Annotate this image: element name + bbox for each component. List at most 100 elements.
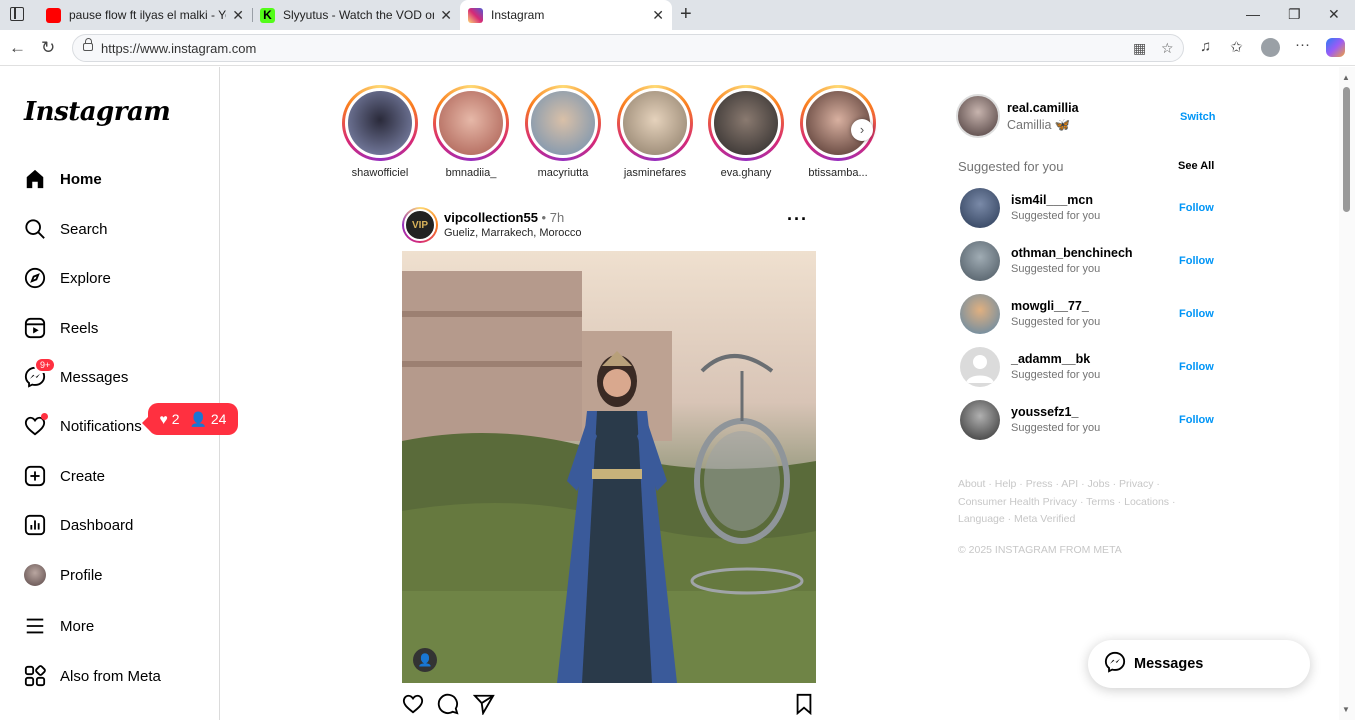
sidebar-item-explore[interactable]: Explore [24, 263, 111, 293]
tab-actions-icon[interactable] [10, 7, 24, 21]
sidebar-item-profile[interactable]: Profile [24, 560, 103, 590]
sidebar-item-dashboard[interactable]: Dashboard [24, 510, 133, 540]
avatar[interactable] [960, 241, 1000, 281]
suggestion-username[interactable]: youssefz1_ [1011, 405, 1078, 419]
instagram-logo[interactable]: Instagram [24, 97, 171, 127]
story-item[interactable]: jasminefares [616, 85, 694, 179]
tab-instagram[interactable]: Instagram ✕ [460, 0, 672, 30]
messages-float-label: Messages [1134, 656, 1204, 672]
follow-button[interactable]: Follow [1179, 202, 1214, 214]
close-tab-icon[interactable]: ✕ [232, 7, 244, 24]
scrollbar[interactable]: ▲ ▼ [1339, 67, 1355, 720]
restore-icon[interactable]: ❐ [1288, 6, 1301, 23]
story-item[interactable]: bmnadiia_ [432, 85, 510, 179]
follow-button[interactable]: Follow [1179, 361, 1214, 373]
account-username[interactable]: real.camillia [1007, 101, 1079, 115]
suggestion-username[interactable]: mowgli__77_ [1011, 299, 1089, 313]
post-location[interactable]: Gueliz, Marrakech, Morocco [444, 227, 582, 239]
story-ring [708, 85, 784, 161]
suggestion-username[interactable]: ism4il___mcn [1011, 193, 1093, 207]
see-all-link[interactable]: See All [1178, 160, 1214, 172]
copilot-icon[interactable] [1326, 38, 1345, 57]
post-photo-illustration [402, 251, 816, 683]
post-time-value: 7h [549, 210, 565, 225]
story-ring [342, 85, 418, 161]
footer-links[interactable]: About · Help · Press · API · Jobs · Priv… [958, 476, 1188, 529]
sidebar-item-home[interactable]: Home [24, 164, 102, 194]
switch-button[interactable]: Switch [1180, 111, 1215, 123]
story-item[interactable]: eva.ghany [707, 85, 785, 179]
post-header: VIP vipcollection55 • 7h Gueliz, Marrake… [402, 207, 816, 243]
sidebar-item-reels[interactable]: Reels [24, 313, 98, 343]
post-username-text[interactable]: vipcollection55 [444, 210, 538, 225]
post-username[interactable]: vipcollection55 • 7h [444, 210, 564, 225]
reels-icon [24, 317, 46, 339]
story-item[interactable]: shawofficiel [341, 85, 419, 179]
dashboard-icon [24, 514, 46, 536]
sidebar-item-label: Profile [60, 566, 103, 584]
refresh-icon[interactable]: ↻ [41, 38, 55, 58]
favorite-star-icon[interactable]: ☆ [1161, 40, 1174, 57]
extension-icon[interactable]: ♫ [1200, 38, 1211, 55]
suggestion-subtext: Suggested for you [1011, 422, 1101, 434]
suggestion-username[interactable]: othman_benchinech [1011, 246, 1133, 260]
sidebar-item-create[interactable]: Create [24, 461, 105, 491]
sidebar-item-search[interactable]: Search [24, 214, 108, 244]
avatar[interactable] [960, 347, 1000, 387]
sidebar-item-more[interactable]: More [24, 611, 94, 641]
favorites-icon[interactable]: ✩ [1230, 38, 1243, 56]
messages-floating-button[interactable]: Messages [1088, 640, 1310, 688]
home-icon [24, 168, 46, 190]
tab-title: Slyyutus - Watch the VOD on Kick [283, 8, 434, 22]
tab-kick[interactable]: K Slyyutus - Watch the VOD on Kick ✕ [252, 0, 460, 30]
avatar[interactable] [960, 294, 1000, 334]
scrollbar-thumb[interactable] [1343, 87, 1350, 212]
tagged-users-icon[interactable]: 👤 [413, 648, 437, 672]
suggestion-row: mowgli__77_ Suggested for you Follow [960, 294, 1216, 334]
follow-button[interactable]: Follow [1179, 255, 1214, 267]
post-time: • 7h [541, 210, 565, 225]
close-tab-icon[interactable]: ✕ [652, 7, 664, 24]
like-icon[interactable] [402, 693, 424, 721]
more-options-icon[interactable]: ··· [787, 209, 808, 230]
scroll-down-icon[interactable]: ▼ [1342, 705, 1350, 714]
comment-icon[interactable] [437, 693, 459, 721]
lock-icon[interactable] [83, 38, 93, 51]
chevron-right-icon[interactable]: › [851, 119, 873, 141]
url-text[interactable]: https://www.instagram.com [101, 41, 256, 56]
avatar[interactable] [960, 188, 1000, 228]
new-tab-icon[interactable]: + [680, 3, 692, 26]
story-ring [433, 85, 509, 161]
close-window-icon[interactable]: ✕ [1328, 6, 1340, 23]
post-image[interactable]: 👤 [402, 251, 816, 683]
avatar[interactable] [956, 94, 1000, 138]
avatar[interactable] [960, 400, 1000, 440]
compass-icon [24, 267, 46, 289]
story-ring [525, 85, 601, 161]
sidebar-item-label: Dashboard [60, 516, 134, 534]
tab-youtube[interactable]: pause flow ft ilyas el malki - YouT ✕ [38, 0, 252, 30]
scroll-up-icon[interactable]: ▲ [1342, 73, 1350, 82]
sidebar-item-notifications[interactable]: Notifications [24, 411, 142, 441]
follow-button[interactable]: Follow [1179, 308, 1214, 320]
bookmark-icon[interactable] [794, 693, 814, 721]
follow-button[interactable]: Follow [1179, 414, 1214, 426]
post-avatar[interactable]: VIP [402, 207, 438, 243]
minimize-icon[interactable]: — [1246, 6, 1260, 22]
story-name: shawofficiel [351, 167, 409, 179]
story-item[interactable]: macyriutta [524, 85, 602, 179]
settings-more-icon[interactable]: ··· [1295, 36, 1310, 53]
suggestion-row: youssefz1_ Suggested for you Follow [960, 400, 1216, 440]
reader-grid-icon[interactable]: ▦ [1133, 40, 1146, 57]
suggestion-username[interactable]: _adamm__bk [1011, 352, 1090, 366]
url-field[interactable]: https://www.instagram.com ▦ ☆ [72, 34, 1184, 62]
current-account: real.camillia Camillia 🦋 Switch [956, 94, 1216, 138]
sidebar-item-messages[interactable]: 9+ Messages [24, 357, 128, 392]
suggestion-subtext: Suggested for you [1011, 263, 1101, 275]
sidebar-item-also-from-meta[interactable]: Also from Meta [24, 661, 161, 691]
close-tab-icon[interactable]: ✕ [440, 7, 452, 24]
browser-profile-icon[interactable] [1261, 38, 1280, 57]
share-icon[interactable] [472, 693, 495, 721]
back-icon[interactable]: ← [9, 38, 26, 58]
sidebar-item-label: Reels [60, 319, 99, 337]
